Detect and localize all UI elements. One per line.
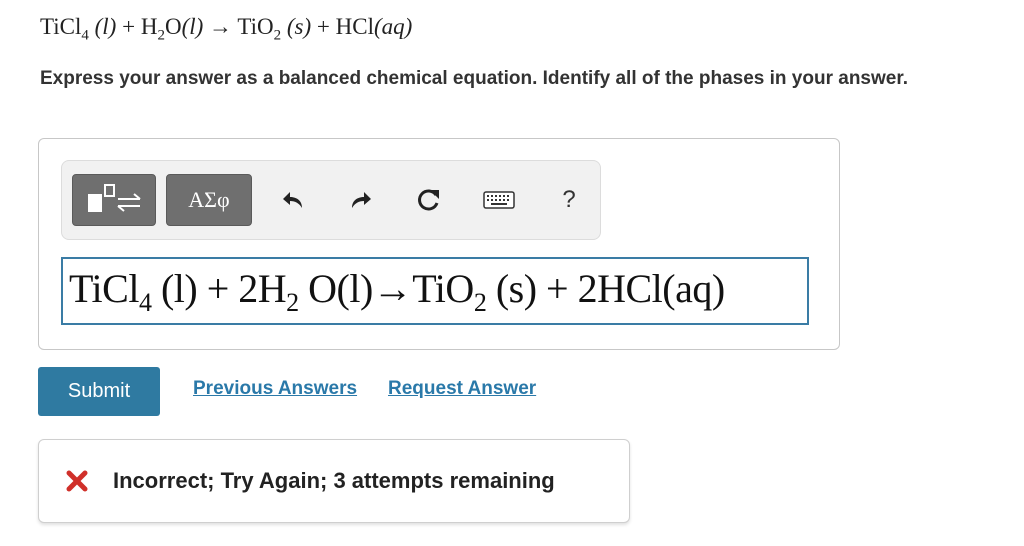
answer-input[interactable]: TiCl4 (l) + 2H2 O(l)→TiO2 (s) + 2HCl(aq) [61, 257, 809, 325]
templates-icon [88, 184, 141, 212]
reaction-arrow: → [209, 14, 233, 39]
keyboard-icon[interactable] [482, 185, 516, 215]
plus-sign-2: + [316, 14, 330, 39]
product2-phase: (aq) [374, 14, 413, 39]
incorrect-x-icon [66, 470, 88, 492]
answer-panel: ΑΣφ ? TiCl4 (l) + 2H2 O(l)→TiO2 (s) + 2H… [38, 138, 840, 350]
reactant2-phase: (l) [181, 14, 204, 39]
plus-sign: + [122, 14, 136, 39]
reactant2-text: H [140, 14, 158, 39]
instructions-text: Express your answer as a balanced chemic… [40, 68, 908, 89]
reactant2-subscript: 2 [157, 27, 165, 44]
feedback-message: Incorrect; Try Again; 3 attempts remaini… [113, 468, 555, 493]
reactant1-text: TiCl [40, 14, 82, 39]
answer-part: O(l)→TiO [298, 265, 474, 311]
reactant1-phase: (l) [94, 14, 117, 39]
answer-part: (l) + 2H [151, 265, 287, 311]
math-toolbar: ΑΣφ ? [61, 160, 601, 240]
question-equation: TiCl4 (l) + H2O(l) → TiO2 (s) + HCl(aq) [40, 14, 412, 45]
answer-part: TiCl [69, 265, 139, 311]
reactant2-text-b: O [164, 14, 182, 39]
symbols-button[interactable]: ΑΣφ [166, 174, 252, 226]
request-answer-link[interactable]: Request Answer [388, 378, 536, 400]
help-icon[interactable]: ? [554, 185, 584, 215]
product1-phase: (s) [286, 14, 312, 39]
submit-button[interactable]: Submit [38, 367, 160, 416]
product2-text: HCl [335, 14, 374, 39]
answer-part: (s) + 2HCl(aq) [486, 265, 725, 311]
product1-text: TiO [237, 14, 274, 39]
redo-icon[interactable] [346, 185, 376, 215]
answer-equation: TiCl4 (l) + 2H2 O(l)→TiO2 (s) + 2HCl(aq) [69, 265, 725, 318]
answer-subscript: 2 [286, 287, 299, 317]
undo-icon[interactable] [278, 185, 308, 215]
answer-subscript: 2 [473, 287, 487, 317]
templates-button[interactable] [72, 174, 156, 226]
previous-answers-link[interactable]: Previous Answers [193, 378, 357, 400]
product1-subscript: 2 [273, 27, 282, 44]
answer-subscript: 4 [138, 287, 152, 317]
reactant1-subscript: 4 [81, 27, 89, 44]
feedback-panel: Incorrect; Try Again; 3 attempts remaini… [38, 439, 630, 523]
reset-icon[interactable] [414, 185, 444, 215]
